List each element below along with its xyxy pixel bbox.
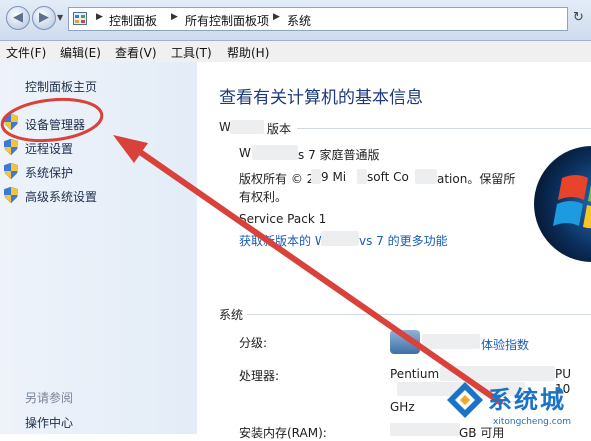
breadcrumb-all-items[interactable]: 所有控制面板项 (185, 12, 269, 29)
breadcrumb-system[interactable]: 系统 (287, 12, 311, 29)
rating-label: 分级: (239, 336, 268, 350)
edition-name-start: W (239, 146, 251, 160)
watermark-logo-icon (447, 382, 483, 418)
uac-shield-icon (4, 114, 18, 130)
menu-tools[interactable]: 工具(T) (171, 44, 212, 61)
windows-experience-index-icon (390, 330, 420, 354)
processor-value-start: Pentium (390, 367, 440, 381)
redacted-block (230, 120, 264, 134)
section-divider (297, 128, 591, 129)
see-also-heading: 另请参阅 (25, 391, 74, 405)
processor-speed-unit: GHz (390, 400, 415, 414)
redacted-block (390, 423, 460, 436)
device-manager-link[interactable]: 设备管理器 (25, 116, 85, 133)
control-panel-icon (73, 12, 87, 25)
uac-shield-icon (4, 163, 18, 179)
advanced-system-settings-link[interactable]: 高级系统设置 (25, 188, 97, 205)
redacted-block (415, 169, 437, 184)
redacted-block (422, 334, 480, 349)
redacted-block (357, 169, 367, 184)
processor-value-end: PU (555, 367, 572, 381)
menu-edit[interactable]: 编辑(E) (60, 44, 101, 61)
menu-view[interactable]: 查看(V) (115, 44, 157, 61)
page-title: 查看有关计算机的基本信息 (219, 88, 423, 108)
left-task-pane: 控制面板主页 设备管理器 远程设置 系统保护 高级系统设置 另请参阅 操作中心 (0, 62, 197, 434)
copyright-part-4: ation。保留所 (437, 172, 516, 186)
breadcrumb[interactable]: ▶ 控制面板 ▶ 所有控制面板项 ▶ 系统 (68, 7, 568, 31)
edition-name: s 7 家庭普通版 (298, 148, 380, 162)
breadcrumb-separator-icon[interactable]: ▶ (96, 12, 103, 22)
back-arrow-icon: ◀ (13, 10, 23, 25)
forward-button[interactable]: ▶ (32, 6, 56, 30)
section-divider (247, 314, 591, 315)
action-center-link[interactable]: 操作中心 (25, 414, 73, 431)
refresh-icon[interactable]: ↻ (573, 10, 584, 25)
breadcrumb-separator-icon[interactable]: ▶ (171, 12, 178, 22)
copyright-part-3: soft Co (367, 170, 409, 184)
menu-help[interactable]: 帮助(H) (227, 44, 269, 61)
service-pack: Service Pack 1 (239, 212, 327, 226)
back-button[interactable]: ◀ (6, 6, 30, 30)
ram-label: 安装内存(RAM): (239, 426, 327, 440)
upgrade-link-end[interactable]: vs 7 的更多功能 (359, 232, 448, 249)
copyright-part-1: 版权所有 © 2 (239, 172, 315, 186)
copyright-part-2: 9 Mi (321, 170, 347, 184)
recent-pages-dropdown-icon[interactable]: ▼ (57, 13, 63, 22)
copyright-line-2: 有权利。 (239, 190, 288, 204)
windows-logo-icon (534, 146, 591, 262)
edition-heading-end: 版本 (267, 122, 292, 136)
upgrade-link-start[interactable]: 获取新版本的 W (239, 232, 327, 249)
processor-label: 处理器: (239, 369, 280, 383)
menu-file[interactable]: 文件(F) (6, 44, 46, 61)
breadcrumb-separator-icon[interactable]: ▶ (273, 12, 280, 22)
experience-index-link[interactable]: 体验指数 (481, 336, 529, 353)
watermark-text: 系统城 (488, 386, 566, 414)
system-heading: 系统 (219, 308, 244, 322)
menu-bar: 文件(F) 编辑(E) 查看(V) 工具(T) 帮助(H) (0, 41, 591, 63)
redacted-block (252, 145, 298, 160)
uac-shield-icon (4, 187, 18, 203)
system-protection-link[interactable]: 系统保护 (25, 164, 73, 181)
control-panel-home-link[interactable]: 控制面板主页 (25, 78, 97, 95)
forward-arrow-icon: ▶ (39, 10, 49, 25)
breadcrumb-control-panel[interactable]: 控制面板 (109, 12, 157, 29)
uac-shield-icon (4, 139, 18, 155)
redacted-block (321, 231, 359, 246)
remote-settings-link[interactable]: 远程设置 (25, 140, 73, 157)
watermark-url: xitongcheng.com (493, 417, 571, 427)
address-bar: ◀ ▶ ▼ ▶ 控制面板 ▶ 所有控制面板项 ▶ 系统 ↻ (0, 0, 591, 41)
redacted-block (311, 169, 321, 184)
main-content: 查看有关计算机的基本信息 W 版本 W s 7 家庭普通版 版权所有 © 2 9… (197, 62, 591, 440)
